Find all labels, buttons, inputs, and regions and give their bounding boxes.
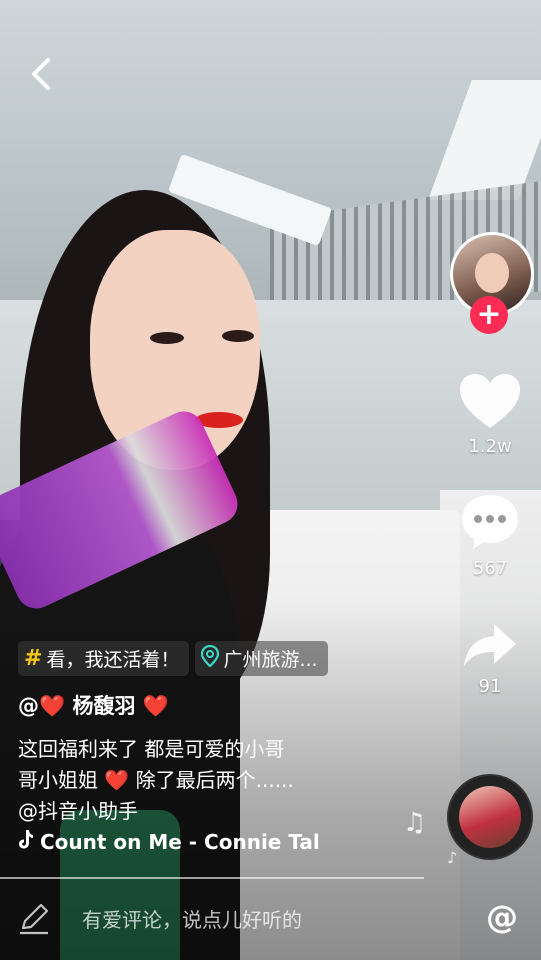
pen-icon bbox=[17, 902, 51, 940]
hashtag-icon: # bbox=[24, 646, 43, 671]
share-icon bbox=[464, 624, 516, 666]
hashtag-chip[interactable]: # 看，我还活着！ bbox=[18, 641, 190, 676]
music-note-icon: ♪ bbox=[447, 848, 458, 867]
heart-icon bbox=[460, 374, 520, 428]
location-chip[interactable]: 广州旅游... bbox=[195, 641, 328, 676]
divider bbox=[0, 877, 424, 879]
mention-at-icon[interactable]: @ bbox=[486, 898, 518, 936]
music-title: Count on Me - Connie Tal bbox=[40, 829, 320, 854]
tag-chips: # 看，我还活着！ 广州旅游... bbox=[18, 641, 328, 676]
description-line: 哥小姐姐 ❤️ 除了最后两个...... bbox=[18, 768, 294, 792]
comment-input[interactable]: 有爱评论，说点儿好听的 bbox=[82, 904, 302, 933]
music-info[interactable]: Count on Me - Connie Tal bbox=[18, 829, 348, 854]
music-note-icon: ♫ bbox=[403, 808, 427, 838]
comment-button[interactable]: 567 bbox=[450, 492, 530, 579]
share-count: 91 bbox=[478, 676, 502, 697]
comment-count: 567 bbox=[472, 558, 508, 579]
creator-username[interactable]: @❤️ 杨馥羽 ❤️ bbox=[18, 690, 169, 720]
description-line: 这回福利来了 都是可爱的小哥 bbox=[18, 737, 285, 761]
video-description: 这回福利来了 都是可爱的小哥 哥小姐姐 ❤️ 除了最后两个...... @抖音小… bbox=[18, 734, 408, 827]
like-button[interactable]: 1.2w bbox=[450, 372, 530, 457]
music-disc[interactable] bbox=[447, 774, 533, 860]
mention-link[interactable]: @抖音小助手 bbox=[18, 796, 408, 827]
share-button[interactable]: 91 bbox=[450, 620, 530, 697]
like-count: 1.2w bbox=[468, 436, 512, 457]
back-icon[interactable] bbox=[28, 56, 56, 92]
comment-icon bbox=[462, 495, 518, 549]
tiktok-note-icon bbox=[18, 829, 34, 854]
location-pin-icon bbox=[201, 644, 220, 672]
follow-button[interactable]: + bbox=[470, 296, 508, 334]
